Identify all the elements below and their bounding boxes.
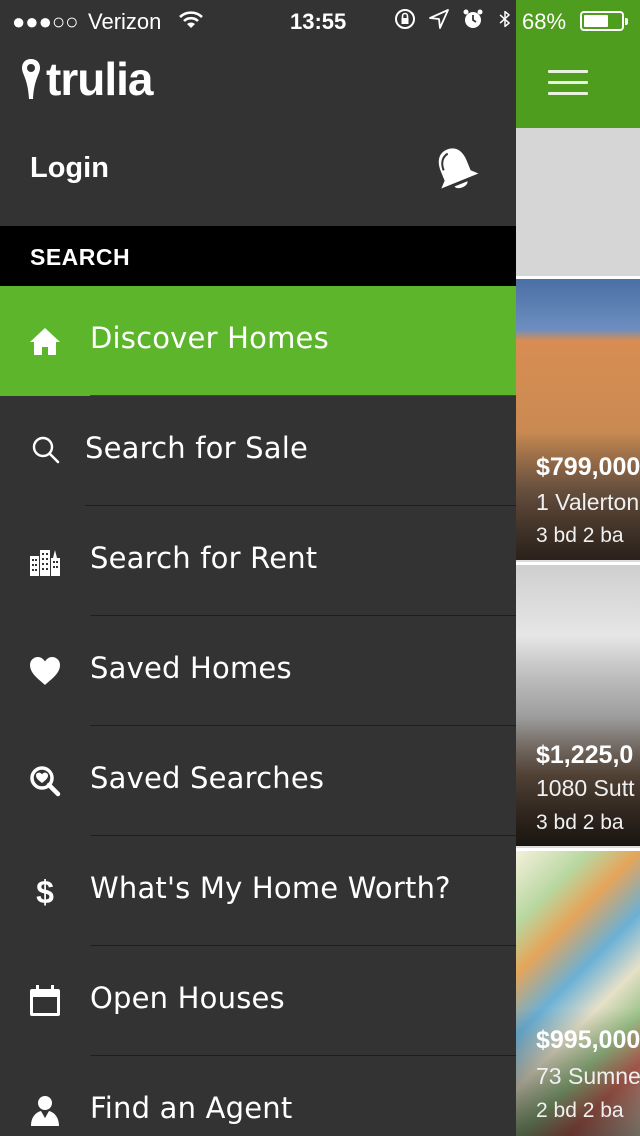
listing-price: $799,000 [536, 453, 640, 481]
search-section-header: SEARCH [0, 226, 516, 286]
listing-price: $1,225,0 [536, 741, 634, 769]
listing-card[interactable]: $995,000 73 Sumne 2 bd 2 ba [516, 848, 640, 1136]
section-title: SEARCH [30, 244, 131, 270]
dollar-icon: $ [36, 874, 54, 908]
agent-icon [31, 1096, 59, 1126]
login-link[interactable]: Login [30, 152, 109, 185]
bluetooth-icon [499, 10, 510, 28]
listing-card[interactable]: $799,000 1 Valerton 3 bd 2 ba [516, 276, 640, 560]
menu-item-search-for-rent[interactable]: Search for Rent [0, 506, 516, 616]
heart-icon [30, 657, 60, 685]
battery-percentage: 68% [522, 9, 567, 34]
location-arrow-icon [429, 9, 449, 29]
listing-beds: 3 bd 2 ba [536, 524, 624, 547]
menu-item-label: What's My Home Worth? [90, 871, 451, 905]
bell-icon[interactable] [430, 142, 480, 196]
menu-item-open-houses[interactable]: Open Houses [0, 946, 516, 1056]
home-icon [30, 328, 60, 355]
listing-address: 73 Sumne [536, 1063, 640, 1089]
listing-address: 1080 Sutt [536, 775, 635, 801]
search-icon [32, 436, 60, 464]
status-bar: ●●●○○ Verizon 13:55 68% [0, 0, 640, 42]
status-time: 13:55 [290, 9, 347, 34]
menu-item-home-worth[interactable]: $ What's My Home Worth? [0, 836, 516, 946]
menu-item-search-for-sale[interactable]: Search for Sale [0, 396, 516, 506]
menu-item-label: Open Houses [90, 981, 285, 1015]
svg-text:$: $ [36, 874, 54, 908]
listing-price: $995,000 [536, 1026, 640, 1054]
menu-item-label: Search for Rent [90, 541, 318, 575]
menu-item-label: Saved Searches [90, 761, 325, 795]
menu-item-label: Search for Sale [85, 431, 309, 465]
calendar-icon [30, 985, 60, 1016]
listing-beds: 3 bd 2 ba [536, 811, 624, 834]
menu-item-label: Saved Homes [90, 651, 292, 685]
menu-item-find-agent[interactable]: Find an Agent [0, 1056, 516, 1136]
trulia-logo: trulia [20, 53, 153, 105]
logo-text: trulia [46, 53, 153, 105]
rotation-lock-icon [395, 9, 415, 29]
menu-item-saved-homes[interactable]: Saved Homes [0, 616, 516, 726]
main-content: $799,000 1 Valerton 3 bd 2 ba $1,225,0 1… [516, 0, 640, 1136]
alarm-icon [463, 9, 483, 28]
wifi-icon [179, 11, 203, 28]
location-pin-icon [22, 59, 40, 99]
listing-card[interactable]: $1,225,0 1080 Sutt 3 bd 2 ba [516, 562, 640, 846]
listing-address: 1 Valerton [536, 489, 640, 515]
hamburger-menu-icon[interactable] [548, 70, 588, 96]
heart-search-icon [30, 766, 61, 797]
menu-item-saved-searches[interactable]: Saved Searches [0, 726, 516, 836]
signal-strength: ●●●○○ [12, 9, 79, 34]
menu-item-label: Find an Agent [90, 1091, 293, 1125]
menu-item-label: Discover Homes [90, 321, 329, 355]
search-bar-area [516, 128, 640, 276]
battery-icon [580, 11, 628, 31]
buildings-icon [30, 550, 60, 576]
menu-item-discover-homes[interactable]: Discover Homes [0, 286, 516, 396]
navigation-drawer: trulia Login SEARCH Discover Homes Searc… [0, 0, 516, 1136]
drawer-menu: Discover Homes Search for Sale Search fo… [0, 286, 516, 1136]
listing-beds: 2 bd 2 ba [536, 1099, 624, 1122]
carrier-name: Verizon [88, 9, 162, 34]
